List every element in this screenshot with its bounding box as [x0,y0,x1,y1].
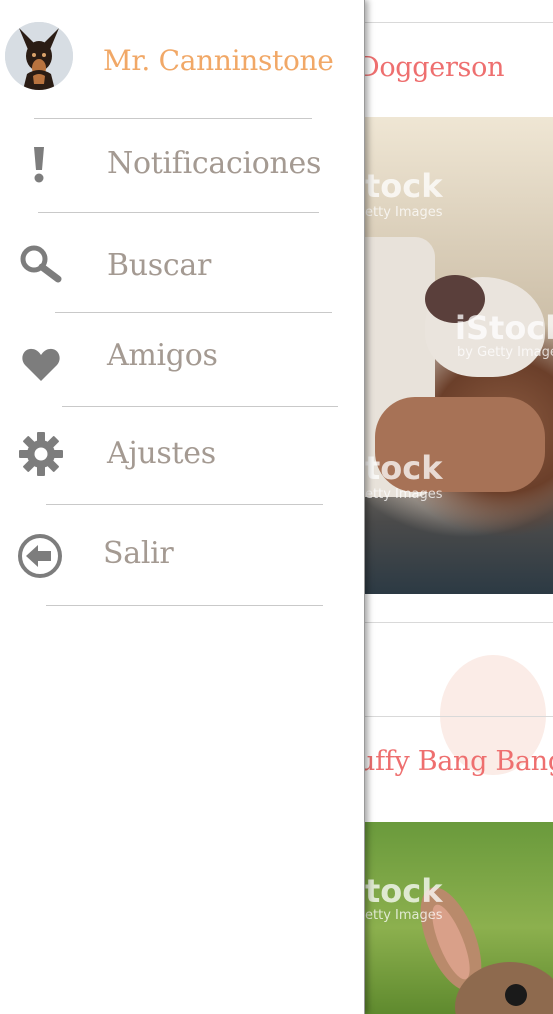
menu-separator [62,406,338,407]
menu-item-logout[interactable]: Salir [0,518,364,588]
feed-divider [365,622,553,623]
user-name[interactable]: Mr. Canninstone [103,44,334,77]
watermark-text: tock [365,449,443,487]
feed-divider [365,716,553,717]
post-photo-rabbit[interactable]: tock etty Images [365,822,553,1014]
menu-item-search[interactable]: Buscar [0,228,364,298]
menu-separator [55,312,332,313]
photo-rabbit-eye-shape [505,984,527,1006]
menu-item-settings[interactable]: Ajustes [0,420,364,490]
post-author-name[interactable]: uffy Bang Bang [358,746,553,777]
search-icon [18,240,64,286]
watermark-text: iStock [455,309,553,347]
watermark-text: tock [365,872,443,910]
feed-divider [365,22,553,23]
menu-item-label: Ajustes [107,436,216,471]
menu-separator [34,118,312,119]
menu-item-label: Amigos [107,338,218,373]
watermark-text: etty Images [365,908,443,923]
watermark-text: tock [365,167,443,205]
logout-arrow-icon [17,533,63,579]
menu-separator [38,212,319,213]
watermark-text: etty Images [365,205,443,220]
menu-separator [46,504,323,505]
menu-item-label: Notificaciones [107,146,322,181]
menu-item-label: Buscar [107,248,211,283]
user-avatar[interactable] [5,22,73,90]
exclamation-icon [16,142,62,188]
side-drawer: Mr. Canninstone Notificaciones Buscar Am… [0,0,365,1014]
watermark-text: etty Images [365,487,443,502]
gear-icon [18,431,64,477]
post-author-name[interactable]: Doggerson [358,52,504,83]
watermark-text: by Getty Images [457,345,553,360]
menu-separator [46,605,323,606]
heart-icon [18,342,64,388]
menu-item-friends[interactable]: Amigos [0,326,364,396]
menu-item-notifications[interactable]: Notificaciones [0,132,364,202]
post-photo-dog[interactable]: tock etty Images iStock by Getty Images … [365,117,553,594]
doberman-avatar-icon [5,22,73,90]
menu-item-label: Salir [103,536,174,571]
